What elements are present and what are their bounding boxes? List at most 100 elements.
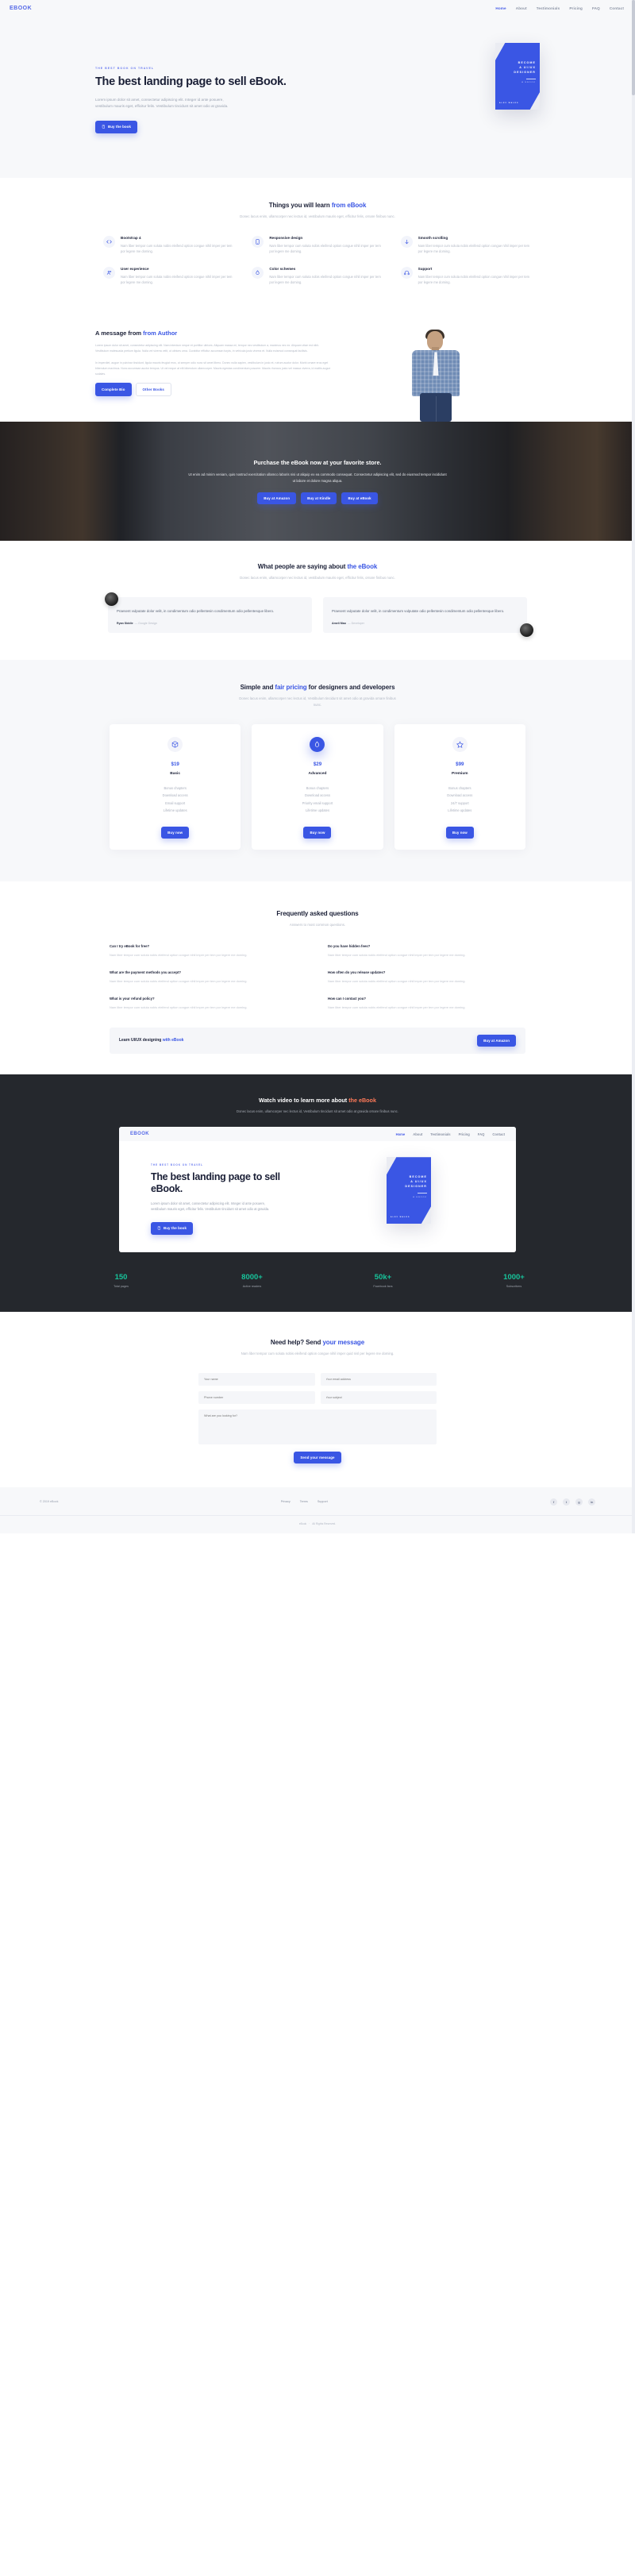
- testimonials-title-accent: the eBook: [347, 563, 378, 571]
- testimonial-card: Praesent vulputate dolor velit, in condi…: [108, 597, 312, 634]
- author-jeans: [420, 393, 452, 422]
- buy-the-book-button[interactable]: Buy the book: [95, 120, 138, 133]
- footer-link-support[interactable]: Support: [318, 1500, 328, 1503]
- pricing-title-after: for designers and developers: [306, 684, 395, 692]
- scrollbar-thumb[interactable]: [632, 0, 635, 95]
- video-subtitle: Donec lacus enim, ullamcorper nec lectus…: [237, 1109, 398, 1113]
- footer-bottom-rights: All Rights Reserved.: [312, 1521, 337, 1525]
- preview-nav-link-contact: Contact: [492, 1132, 505, 1136]
- contact-title: Need help? Send your message: [95, 1339, 540, 1346]
- subject-input[interactable]: [320, 1390, 437, 1404]
- nav-link-contact[interactable]: Contact: [610, 6, 624, 10]
- faq-item: Can I try eBook for free? Nam liber temp…: [110, 944, 307, 958]
- author-buttons: Complete Bio Other Books: [95, 383, 333, 397]
- brand-logo[interactable]: EBOOK: [10, 6, 32, 11]
- landing-page: EBOOK Home About Testimonials Pricing FA…: [0, 0, 635, 1533]
- feature-text: Nam liber tempor cum soluta nobis eleife…: [121, 243, 233, 253]
- feature-text: Nam liber tempor cum soluta nobis eleife…: [269, 275, 381, 285]
- testimonials-subtitle: Donec lacus enim, ullamcorper nec lectus…: [240, 576, 395, 580]
- message-textarea[interactable]: [198, 1409, 437, 1444]
- buy-now-button-advanced[interactable]: Buy now: [303, 826, 332, 839]
- twitter-icon[interactable]: t: [563, 1498, 570, 1506]
- facebook-icon[interactable]: f: [550, 1498, 557, 1506]
- star-icon: [452, 737, 468, 753]
- buy-at-amazon-button[interactable]: Buy at Amazon: [257, 492, 297, 504]
- testimonials-title-plain: What people are saying about: [257, 563, 348, 571]
- testimonials-title: What people are saying about the eBook: [95, 563, 540, 570]
- mobile-icon: [252, 235, 264, 248]
- other-books-button[interactable]: Other Books: [135, 383, 171, 397]
- google-plus-icon[interactable]: g: [575, 1498, 583, 1506]
- buy-the-book-label: Buy the book: [108, 125, 132, 129]
- feature-text: Nam liber tempor cum soluta nobis eleife…: [269, 243, 381, 253]
- box-icon: [167, 737, 183, 753]
- book-title-block: BECOME A UI/UX DESIGNER A EBOOK: [514, 61, 536, 83]
- pricing-grid: $19 Basic Bonus chapters Download access…: [95, 724, 540, 850]
- author-paragraph-1: Lorem ipsum dolor sit amet, consectetur …: [95, 344, 320, 353]
- feature-item: Color schemes Nam liber tempor cum solut…: [252, 267, 383, 285]
- nav-link-faq[interactable]: FAQ: [592, 6, 600, 10]
- author-title-plain: A message from: [95, 330, 144, 337]
- pricing-feature: Download access: [162, 793, 188, 798]
- nav-link-testimonials[interactable]: Testimonials: [537, 6, 560, 10]
- linkedin-icon[interactable]: in: [588, 1498, 595, 1506]
- scrollbar-track[interactable]: [632, 0, 635, 1533]
- faq-item: How often do you release updates? Nam li…: [328, 970, 525, 984]
- pricing-card-basic: $19 Basic Bonus chapters Download access…: [110, 724, 241, 850]
- email-input[interactable]: [320, 1372, 437, 1386]
- hero-title: The best landing page to sell eBook.: [95, 75, 287, 88]
- nav-link-pricing[interactable]: Pricing: [569, 6, 583, 10]
- pricing-feature: Download access: [304, 793, 331, 798]
- stat-item: 1000+ Subscribers: [448, 1273, 579, 1288]
- faq-banner-cta-button[interactable]: Buy at Amazon: [477, 1034, 516, 1047]
- faq-answer: Nam liber tempor cum soluta nobis eleife…: [328, 978, 466, 983]
- feature-text: Nam liber tempor cum soluta nobis eleife…: [418, 275, 530, 285]
- testimonial-author: Ryan Siddle — Google Design: [117, 622, 303, 625]
- footer-socials: f t g in: [550, 1498, 595, 1506]
- stat-label: Active readers: [242, 1284, 262, 1288]
- buy-at-ebook-button[interactable]: Buy at eBook: [341, 492, 378, 504]
- pricing-feature: 24/7 support: [450, 800, 469, 805]
- hero-section: THE BEST BOOK ON TRAVEL The best landing…: [0, 16, 635, 178]
- pricing-plan-name: Premium: [452, 772, 468, 777]
- buy-now-button-basic[interactable]: Buy now: [161, 826, 190, 839]
- stat-label: Facebook fans: [373, 1284, 393, 1288]
- stat-item: 50k+ Facebook fans: [318, 1273, 448, 1288]
- pricing-price: $29: [313, 762, 322, 768]
- feature-title: Support: [418, 267, 433, 271]
- book-icon: [102, 125, 106, 129]
- video-title-plain: Watch video to learn more about: [259, 1096, 349, 1104]
- complete-bio-button[interactable]: Complete Bio: [95, 383, 132, 397]
- contact-title-accent: your message: [322, 1338, 365, 1346]
- book-kicker: A EBOOK: [521, 82, 536, 84]
- stat-item: 150 Total pages: [56, 1273, 187, 1288]
- hero-eyebrow: THE BEST BOOK ON TRAVEL: [95, 67, 155, 70]
- footer-top: © 2019 eBook Privacy Terms Support f t g…: [40, 1498, 595, 1515]
- name-input[interactable]: [198, 1372, 315, 1386]
- headphones-icon: [400, 267, 413, 279]
- nav-link-home[interactable]: Home: [495, 6, 506, 10]
- book-icon: [157, 1225, 161, 1231]
- testimonials-grid: Praesent vulputate dolor velit, in condi…: [95, 592, 540, 638]
- preview-nav-link-testimonials: Testimonials: [430, 1132, 451, 1136]
- pricing-feature: Lifetime updates: [305, 808, 330, 813]
- faq-item: How can I contact you? Nam liber tempor …: [328, 997, 525, 1010]
- buy-at-kindle-button[interactable]: Buy at Kindle: [301, 492, 337, 504]
- footer-link-terms[interactable]: Terms: [300, 1500, 308, 1503]
- faq-answer: Nam liber tempor cum soluta nobis eleife…: [328, 1005, 466, 1009]
- pricing-feature: Bonus chapters: [164, 786, 187, 791]
- book-title-line3: DESIGNER: [514, 70, 536, 74]
- footer-link-privacy[interactable]: Privacy: [281, 1500, 291, 1503]
- author-copy: A message from from Author Lorem ipsum d…: [95, 330, 333, 422]
- contact-subtitle: Nam liber tempor cum soluta nobis eleife…: [241, 1351, 394, 1355]
- pricing-title-before: Simple and: [240, 684, 275, 692]
- video-preview-frame[interactable]: EBOOK Home About Testimonials Pricing FA…: [119, 1127, 516, 1252]
- nav-link-about[interactable]: About: [516, 6, 527, 10]
- preview-nav-link-home: Home: [395, 1132, 406, 1136]
- stat-value: 1000+: [503, 1272, 525, 1282]
- preview-navbar: EBOOK Home About Testimonials Pricing FA…: [119, 1127, 516, 1142]
- buy-now-button-premium[interactable]: Buy now: [445, 826, 474, 839]
- footer-bottom: eBook · All Rights Reserved.: [0, 1514, 635, 1533]
- phone-input[interactable]: [198, 1390, 315, 1404]
- send-message-button[interactable]: Send your message: [294, 1451, 341, 1463]
